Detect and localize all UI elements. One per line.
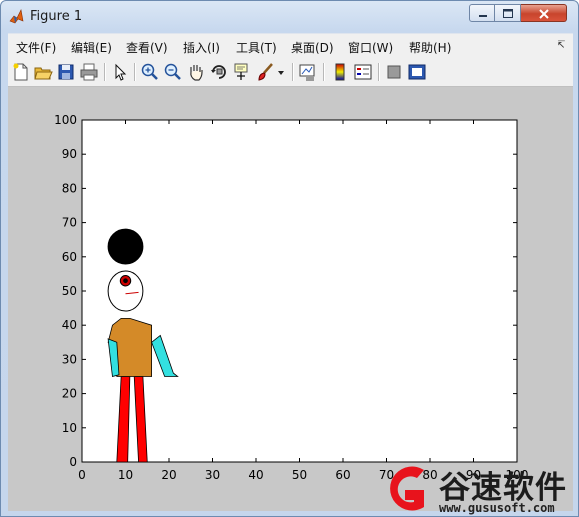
eye-pupil bbox=[123, 278, 128, 284]
watermark-url: www.gususoft.com bbox=[439, 501, 555, 515]
x-tick-label: 20 bbox=[161, 468, 176, 482]
window-title: Figure 1 bbox=[30, 9, 83, 24]
figure-canvas: 0 10 20 30 40 50 60 70 80 90 100 0 10 20 30 40 50 60 70 80 9… bbox=[8, 87, 573, 511]
menu-help[interactable]: 帮助(H) bbox=[409, 39, 451, 56]
new-figure-icon[interactable] bbox=[11, 62, 31, 82]
open-file-icon[interactable] bbox=[33, 62, 53, 82]
toolbar bbox=[8, 58, 573, 87]
y-tick-label: 50 bbox=[62, 284, 77, 298]
brush-icon[interactable] bbox=[256, 62, 276, 82]
menu-file[interactable]: 文件(F) bbox=[16, 39, 56, 56]
y-tick-label: 40 bbox=[62, 318, 77, 332]
save-icon[interactable] bbox=[56, 62, 76, 82]
plot-svg: 0 10 20 30 40 50 60 70 80 90 100010203040506070809… bbox=[54, 113, 528, 482]
y-tick-label: 10 bbox=[62, 421, 77, 435]
menu-window[interactable]: 窗口(W) bbox=[348, 39, 393, 56]
menu-tools[interactable]: 工具(T) bbox=[236, 39, 277, 56]
maximize-button[interactable] bbox=[495, 4, 521, 22]
zoom-out-icon[interactable] bbox=[163, 62, 183, 82]
close-button[interactable] bbox=[521, 4, 567, 22]
menu-insert[interactable]: 插入(I) bbox=[183, 39, 220, 56]
zoom-in-icon[interactable] bbox=[140, 62, 160, 82]
show-plot-tools-icon[interactable] bbox=[407, 62, 427, 82]
minimize-button[interactable] bbox=[469, 4, 495, 22]
x-tick-label: 50 bbox=[292, 468, 307, 482]
watermark-logo-icon bbox=[390, 466, 424, 511]
menu-view[interactable]: 查看(V) bbox=[126, 39, 168, 56]
menu-edit[interactable]: 编辑(E) bbox=[71, 39, 112, 56]
watermark: 谷速软件 www.gususoft.com bbox=[377, 460, 579, 517]
matlab-icon bbox=[9, 9, 24, 24]
y-tick-label: 90 bbox=[62, 147, 77, 161]
y-tick-label: 60 bbox=[62, 250, 77, 264]
y-tick-label: 80 bbox=[62, 181, 77, 195]
menu-bar: 文件(F) 编辑(E) 查看(V) 插入(I) 工具(T) 桌面(D) 窗口(W… bbox=[8, 33, 573, 58]
edit-plot-icon[interactable] bbox=[110, 62, 130, 82]
y-tick-label: 70 bbox=[62, 216, 77, 230]
print-icon[interactable] bbox=[79, 62, 99, 82]
title-bar[interactable]: Figure 1 bbox=[1, 1, 578, 31]
rotate-3d-icon[interactable] bbox=[209, 62, 229, 82]
data-cursor-icon[interactable] bbox=[232, 62, 252, 82]
x-tick-label: 60 bbox=[335, 468, 350, 482]
y-tick-label: 100 bbox=[54, 113, 77, 127]
brush-dropdown-icon[interactable] bbox=[276, 62, 286, 82]
figure-window: Figure 1 文件(F) 编辑(E) 查看(V) 插入(I) 工具(T) 桌… bbox=[0, 0, 579, 517]
x-tick-label: 40 bbox=[248, 468, 263, 482]
x-tick-label: 10 bbox=[118, 468, 133, 482]
hide-plot-tools-icon[interactable] bbox=[384, 62, 404, 82]
colorbar-icon[interactable] bbox=[330, 62, 350, 82]
y-tick-label: 0 bbox=[69, 455, 77, 469]
y-tick-label: 30 bbox=[62, 352, 77, 366]
axes-box[interactable] bbox=[81, 119, 518, 463]
menu-desktop[interactable]: 桌面(D) bbox=[291, 39, 334, 56]
x-tick-label: 0 bbox=[78, 468, 86, 482]
x-tick-label: 30 bbox=[205, 468, 220, 482]
y-tick-label: 20 bbox=[62, 387, 77, 401]
legend-icon[interactable] bbox=[353, 62, 373, 82]
link-plot-icon[interactable] bbox=[298, 62, 318, 82]
hat-circle bbox=[107, 228, 144, 265]
menu-overflow-icon[interactable]: ↸ bbox=[557, 40, 565, 51]
pan-hand-icon[interactable] bbox=[186, 62, 206, 82]
